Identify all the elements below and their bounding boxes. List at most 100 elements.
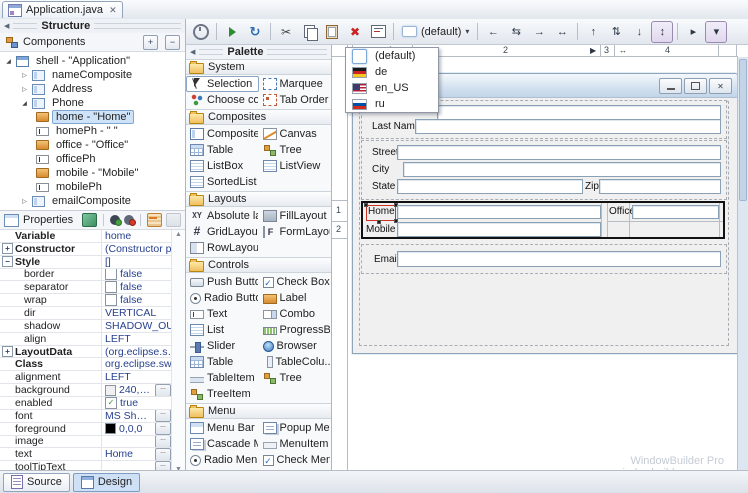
tree-item-mobile[interactable]: mobile - "Mobile" xyxy=(0,166,185,180)
city-label[interactable]: City xyxy=(372,164,389,176)
palette-item-browser[interactable]: Browser xyxy=(259,338,332,354)
palette-item-text[interactable]: Text xyxy=(186,306,259,322)
ellipsis-button[interactable]: ... xyxy=(155,410,171,422)
externalize-strings-button[interactable] xyxy=(367,21,389,43)
palette-item-menu-bar[interactable]: Menu Bar xyxy=(186,420,259,436)
first-name-field[interactable] xyxy=(437,105,721,120)
palette-item-filllayout[interactable]: FillLayout xyxy=(259,208,332,224)
align-left-button[interactable]: ← xyxy=(482,21,504,43)
palette-item-table2[interactable]: Table xyxy=(186,354,259,370)
zip-field[interactable] xyxy=(599,179,721,194)
palette-item-formlayout[interactable]: FormLayout xyxy=(259,224,332,240)
ellipsis-button[interactable]: ... xyxy=(155,423,171,435)
palette-item-table[interactable]: Table xyxy=(186,142,259,158)
property-row-alignment[interactable]: alignment LEFT xyxy=(0,371,185,384)
state-field[interactable] xyxy=(397,179,583,194)
ellipsis-button[interactable]: ... xyxy=(155,384,171,396)
twist-closed-icon[interactable]: ▷ xyxy=(20,198,29,205)
tree-item-address[interactable]: ▷ Address xyxy=(0,82,185,96)
office-phone-field[interactable] xyxy=(632,205,719,219)
palette-item-radio-button[interactable]: Radio Button xyxy=(186,290,259,306)
palette-item-sortedlist[interactable]: SortedList xyxy=(186,174,259,190)
tree-item-emailcomposite[interactable]: ▷ emailComposite xyxy=(0,194,185,208)
palette-item-treeitem[interactable]: TreeItem xyxy=(186,386,259,402)
minimize-icon[interactable] xyxy=(659,78,682,94)
collapse-left-icon[interactable]: ◀ xyxy=(4,22,9,30)
palette-item-combo[interactable]: Combo xyxy=(259,306,332,322)
refresh-button[interactable]: ↻ xyxy=(244,21,266,43)
palette-item-rowlayout[interactable]: RowLayout xyxy=(186,240,259,256)
paste-button[interactable] xyxy=(321,21,343,43)
selection-handle-nw[interactable] xyxy=(364,203,368,207)
vertical-size-button[interactable]: ▾ xyxy=(705,21,727,43)
show-events-icon[interactable] xyxy=(110,215,120,225)
twist-open-icon[interactable]: ◢ xyxy=(20,100,29,107)
palette-section-system[interactable]: System xyxy=(186,59,331,75)
collapse-icon[interactable]: − xyxy=(2,256,13,267)
property-row-dir[interactable]: dir VERTICAL xyxy=(0,307,185,320)
goto-definition-icon[interactable] xyxy=(124,215,134,225)
phone-composite[interactable]: Home Office Mobile xyxy=(361,201,725,239)
palette-item-check-menuitem[interactable]: Check Men... xyxy=(259,452,332,468)
tab-design[interactable]: Design xyxy=(73,473,140,492)
street-label[interactable]: Street xyxy=(372,147,399,159)
center-vertical-button[interactable]: ⇅ xyxy=(605,21,627,43)
expand-icon[interactable]: + xyxy=(2,346,13,357)
property-row-text[interactable]: text Home ... xyxy=(0,448,185,461)
editor-tab-application-java[interactable]: Application.java ✕ xyxy=(2,1,123,18)
property-row-variable[interactable]: Variable home xyxy=(0,230,185,243)
tree-item-shell[interactable]: ◢ shell - "Application" xyxy=(0,54,185,68)
palette-item-tab-order[interactable]: Tab Order xyxy=(259,92,332,108)
align-right-button[interactable]: → xyxy=(528,21,550,43)
ellipsis-button[interactable]: ... xyxy=(155,448,171,460)
twist-closed-icon[interactable]: ▷ xyxy=(20,72,29,79)
property-row-foreground[interactable]: foreground 0,0,0 ... xyxy=(0,423,185,436)
email-field[interactable] xyxy=(397,251,721,267)
tab-source[interactable]: Source xyxy=(3,473,70,492)
last-name-field[interactable] xyxy=(415,119,721,134)
home-phone-field[interactable] xyxy=(397,205,601,219)
scrollbar-thumb[interactable] xyxy=(739,59,747,201)
tree-item-phone[interactable]: ◢ Phone xyxy=(0,96,185,110)
locale-menu-item-en-us[interactable]: en_US xyxy=(346,80,438,96)
palette-item-cascade-menu[interactable]: Cascade M... xyxy=(186,436,259,452)
palette-item-menuitem[interactable]: MenuItem xyxy=(259,436,332,452)
align-bottom-button[interactable]: ↓ xyxy=(628,21,650,43)
palette-item-marquee[interactable]: Marquee xyxy=(259,76,332,92)
palette-item-absolute-layout[interactable]: Absolute la... xyxy=(186,208,259,224)
email-composite[interactable]: Email xyxy=(361,244,727,274)
palette-item-tree2[interactable]: Tree xyxy=(259,370,332,386)
palette-item-listview[interactable]: ListView xyxy=(259,158,332,174)
palette-item-selection[interactable]: Selection xyxy=(186,76,259,92)
property-row-constructor[interactable]: +Constructor (Constructor proper... xyxy=(0,243,185,256)
tree-item-mobileph[interactable]: mobilePh xyxy=(0,180,185,194)
zip-label[interactable]: Zip xyxy=(585,181,599,193)
palette-item-list[interactable]: List xyxy=(186,322,259,338)
palette-section-layouts[interactable]: Layouts xyxy=(186,191,331,207)
horizontal-size-button[interactable]: ▸ xyxy=(682,21,704,43)
last-name-label[interactable]: Last Name xyxy=(372,121,420,133)
email-label[interactable]: Email xyxy=(374,254,399,266)
design-canvas[interactable]: ✕ Last Name Street City State Zip xyxy=(348,57,738,470)
property-row-image[interactable]: image ... xyxy=(0,436,185,449)
copy-button[interactable] xyxy=(298,21,320,43)
categorize-properties-icon[interactable] xyxy=(147,213,162,227)
property-row-class[interactable]: Class org.eclipse.swt.widg... xyxy=(0,358,185,371)
property-row-enabled[interactable]: enabled ✓true xyxy=(0,397,185,410)
close-icon[interactable]: ✕ xyxy=(109,5,117,16)
tree-item-officeph[interactable]: officePh xyxy=(0,152,185,166)
palette-section-composites[interactable]: Composites xyxy=(186,109,331,125)
fill-vertical-button[interactable]: ↕ xyxy=(651,21,673,43)
close-icon[interactable]: ✕ xyxy=(709,78,732,94)
locale-menu-item-de[interactable]: de xyxy=(346,64,438,80)
property-row-align[interactable]: align LEFT xyxy=(0,333,185,346)
tree-item-namecomposite[interactable]: ▷ nameComposite xyxy=(0,68,185,82)
scroll-up-icon[interactable]: ▲ xyxy=(172,231,185,238)
property-row-wrap[interactable]: wrap false xyxy=(0,294,185,307)
palette-item-push-button[interactable]: Push Button xyxy=(186,274,259,290)
palette-item-slider[interactable]: Slider xyxy=(186,338,259,354)
cut-button[interactable]: ✂ xyxy=(275,21,297,43)
property-row-style[interactable]: −Style [] xyxy=(0,256,185,269)
locale-menu-item-default[interactable]: (default) xyxy=(346,48,438,64)
palette-item-label[interactable]: Label xyxy=(259,290,332,306)
